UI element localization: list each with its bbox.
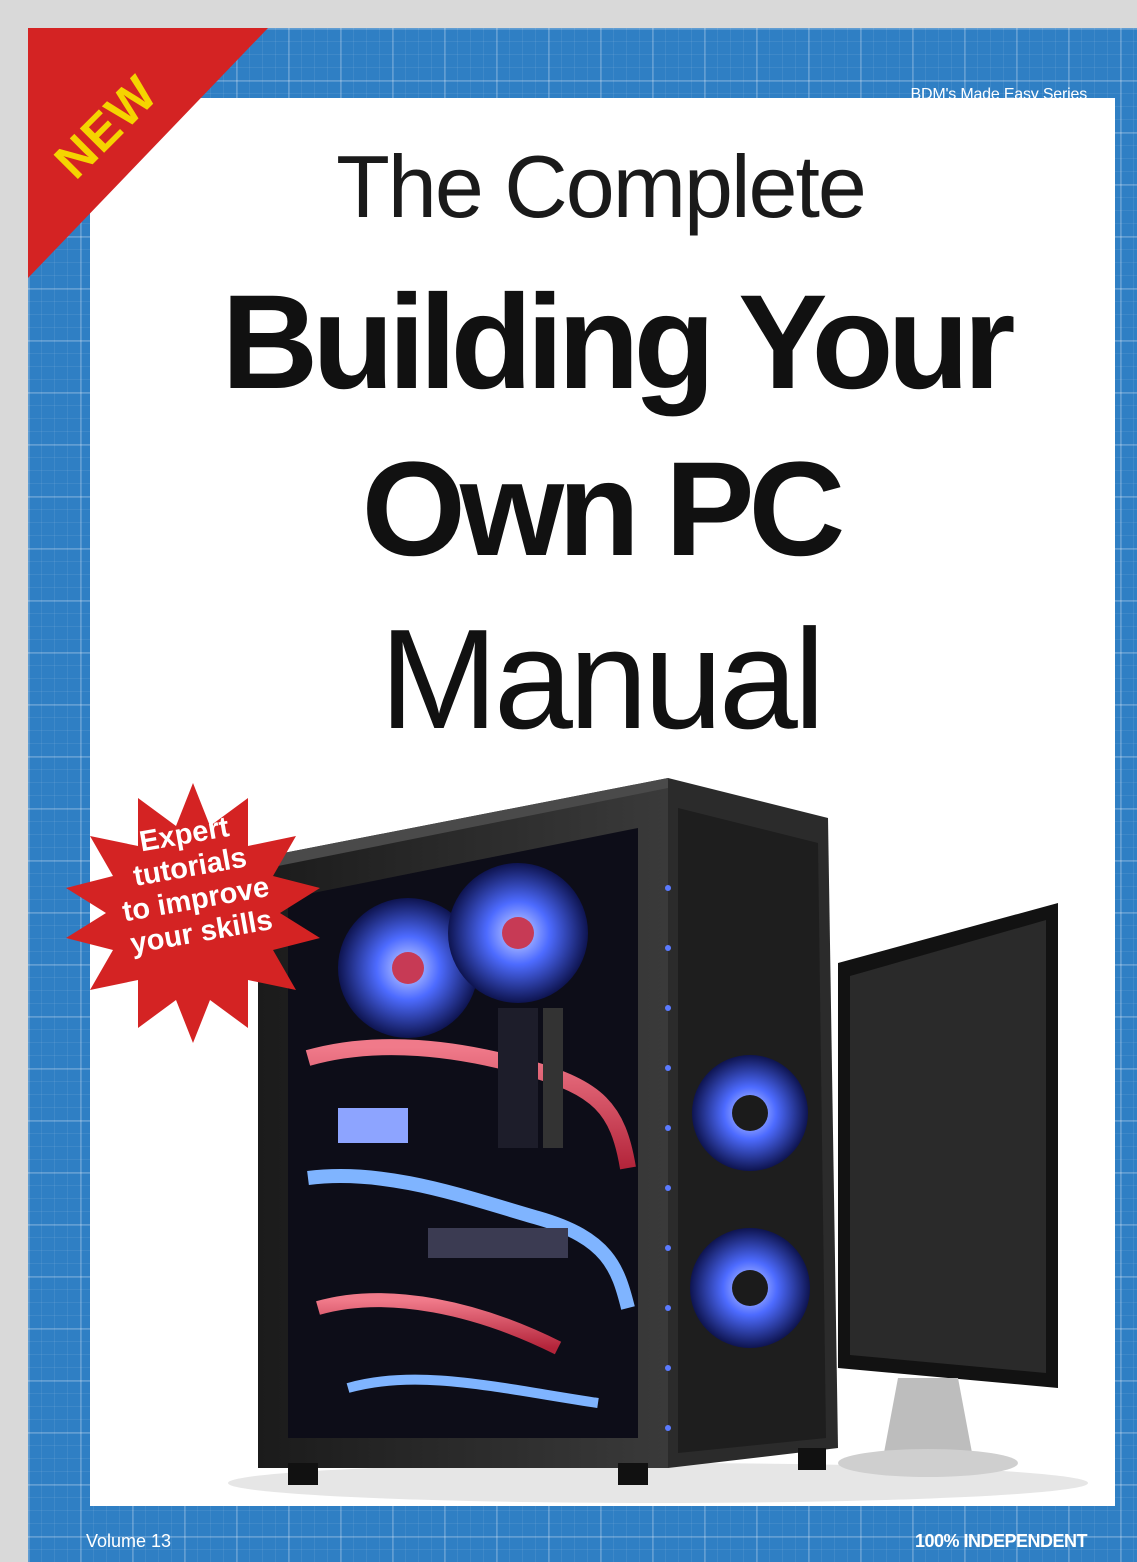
magazine-cover: BDM's Made Easy Series NEW The Complete … bbox=[28, 28, 1137, 1562]
volume-label: Volume 13 bbox=[86, 1531, 172, 1551]
pc-case-illustration bbox=[228, 778, 1088, 1503]
title-line-1: The Complete bbox=[336, 137, 867, 236]
title-line-3: Own PC bbox=[361, 435, 846, 584]
independent-label: 100% INDEPENDENT bbox=[914, 1531, 1088, 1551]
title-line-4: Manual bbox=[379, 600, 826, 759]
title-line-2: Building Your bbox=[221, 268, 1016, 417]
monitor-icon bbox=[838, 903, 1058, 1477]
series-label: BDM's Made Easy Series bbox=[910, 86, 1088, 103]
